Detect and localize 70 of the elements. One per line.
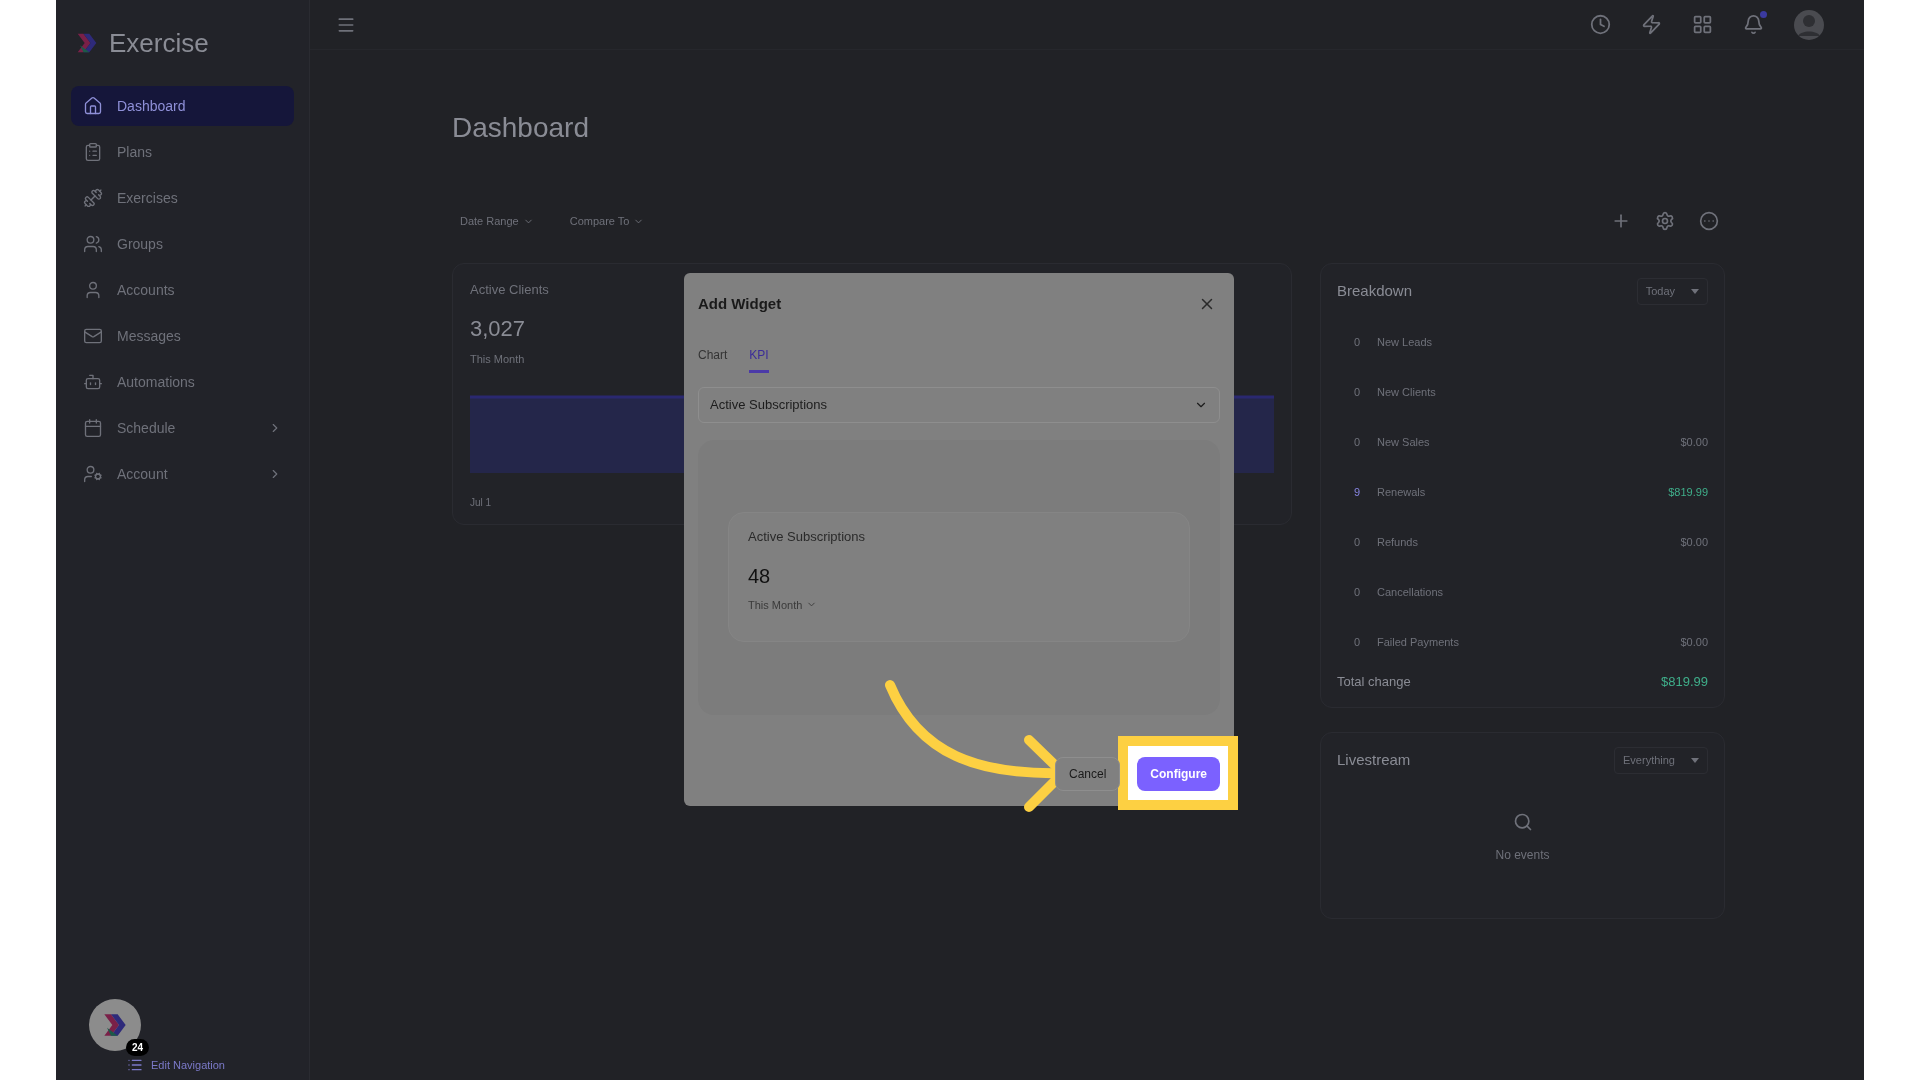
nav-item[interactable]: Messages [71,316,294,356]
clock-icon[interactable] [1590,14,1611,35]
card-title: Active Subscriptions [748,528,867,546]
nav-item[interactable]: Exercises [71,178,294,218]
kpi-value: 3,027 [470,314,527,343]
bell-icon[interactable] [1743,14,1764,35]
amount: $0.00 [1680,635,1708,651]
caret-icon [1691,288,1699,294]
lightning-icon[interactable] [1641,14,1662,35]
nav-item[interactable]: Dashboard [71,86,294,126]
axis-label: Jul 1 [470,496,493,510]
filter-dropdown[interactable]: Compare To [561,212,653,230]
tab[interactable]: Chart [698,345,728,373]
filter-dropdown[interactable]: Date Range [452,212,542,230]
nav-item[interactable]: Groups [71,224,294,264]
dumbbell-icon [83,188,103,208]
count: 0 [1352,385,1362,401]
row-label: New Leads [1377,335,1434,351]
cancel-button[interactable]: Cancel [1054,757,1121,791]
nav-item[interactable]: Plans [71,132,294,172]
settings-icon[interactable] [1655,211,1675,231]
amount: $0.00 [1680,535,1708,551]
row-label: Refunds [1377,535,1419,551]
robot-icon [83,372,103,392]
count: 0 [1352,535,1362,551]
page-title: Dashboard [452,111,590,145]
row-label: New Clients [1377,385,1437,401]
grid-icon[interactable] [1692,14,1713,35]
nav-item[interactable]: Account [71,454,294,494]
notification-badge: 24 [126,1039,150,1056]
period-select[interactable]: This Month [748,596,1170,613]
amount: $0.00 [1680,435,1708,451]
card-title: Active Clients [470,281,550,299]
user-gear-icon [83,464,103,484]
card-title: Livestream [1337,750,1411,770]
nav-item[interactable]: Accounts [71,270,294,310]
nav-item[interactable]: Automations [71,362,294,402]
tab[interactable]: KPI [749,345,769,373]
count: 0 [1352,435,1362,451]
card-title: Breakdown [1337,281,1413,301]
count: 0 [1352,335,1362,351]
count: 9 [1352,485,1362,501]
avatar[interactable] [89,999,141,1051]
total-amount: $819.99 [1661,672,1708,691]
empty-message: No events [1495,846,1550,864]
clipboard-icon [83,142,103,162]
count: 0 [1352,635,1362,651]
row-label: Failed Payments [1377,635,1460,651]
people-icon [83,234,103,254]
calendar-icon [83,418,103,438]
amount: $819.99 [1668,485,1708,501]
row-label: New Sales [1377,435,1431,451]
metric-select[interactable]: Active Subscriptions [698,386,1220,423]
period-dropdown[interactable]: Today [1636,278,1708,305]
mail-icon [83,326,103,346]
edit-navigation-link[interactable]: Edit Navigation [127,1057,225,1074]
home-icon [83,96,103,116]
row-label: Renewals [1377,485,1427,501]
nav-item[interactable]: Schedule [71,408,294,448]
search-icon [1512,811,1533,832]
count: 0 [1352,585,1362,601]
more-icon[interactable] [1699,211,1719,231]
kpi-value: 48 [748,563,772,589]
app-name: Exercise [109,26,209,60]
total-label: Total change [1337,672,1411,691]
caret-icon [1691,757,1699,763]
filter-dropdown[interactable]: Everything [1614,747,1708,774]
row-label: Cancellations [1377,585,1445,601]
dialog-title: Add Widget [698,294,782,314]
configure-button[interactable]: Configure [1137,757,1220,791]
